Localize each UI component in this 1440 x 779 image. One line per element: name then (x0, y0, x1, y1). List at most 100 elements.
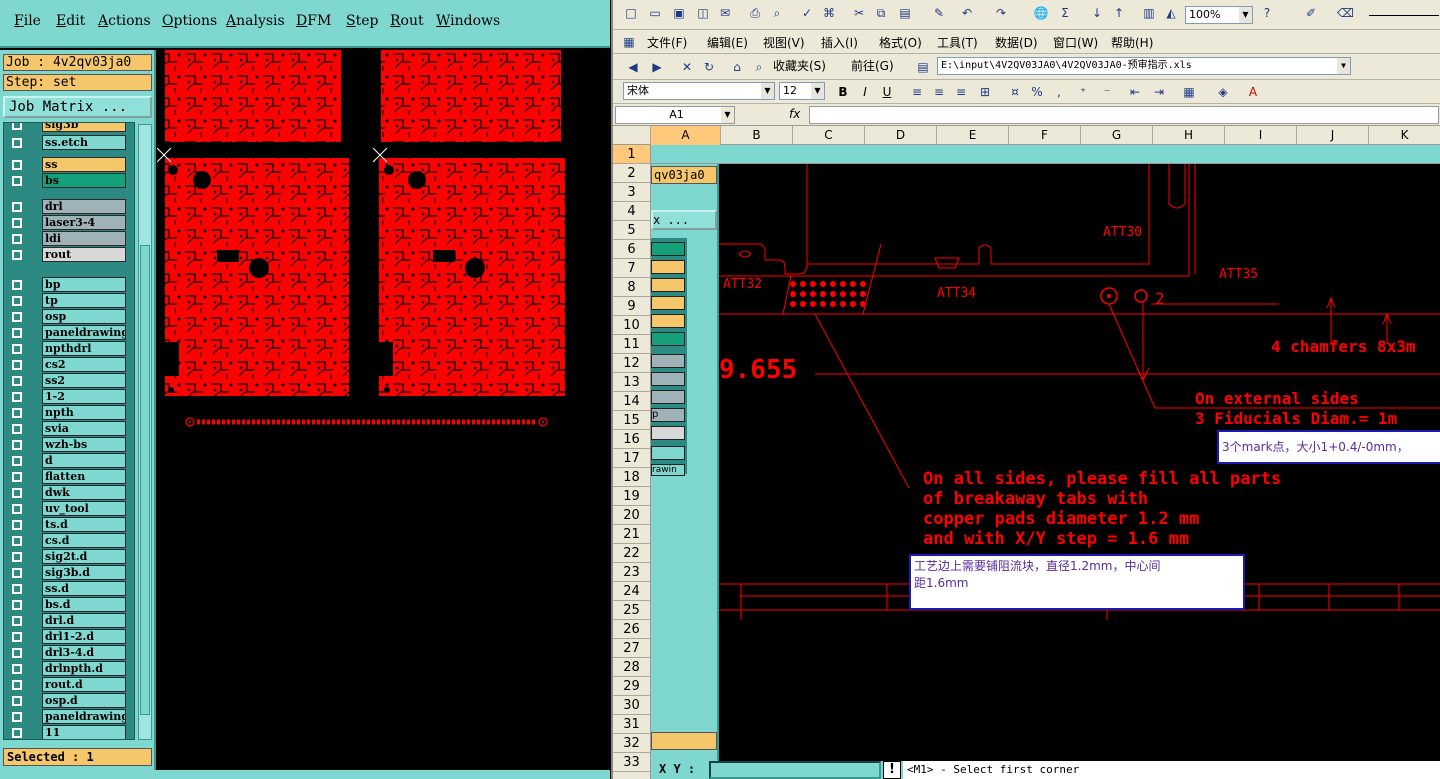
menu-rout[interactable]: Rout (390, 13, 424, 29)
row-header[interactable]: 15 (613, 411, 650, 430)
layer-name[interactable]: cs.d (42, 533, 126, 548)
merge-center-icon[interactable]: ⊞ (977, 84, 993, 100)
row-header[interactable]: 21 (613, 525, 650, 544)
forward-icon[interactable]: ▶ (649, 59, 665, 75)
formula-input[interactable] (809, 106, 1439, 124)
excel-menu-item[interactable]: 数据(D) (995, 36, 1038, 50)
column-header[interactable]: J (1297, 126, 1369, 145)
column-header[interactable]: A (651, 126, 721, 145)
layer-name[interactable]: paneldrawing (42, 325, 126, 340)
layer-name[interactable]: ss2 (42, 373, 126, 388)
layer-name[interactable]: rout (42, 247, 126, 262)
row-header[interactable]: 30 (613, 696, 650, 715)
layer-row[interactable]: sig3b.d (4, 565, 134, 581)
layer-checkbox[interactable] (12, 552, 22, 562)
increase-indent-icon[interactable]: ⇥ (1151, 84, 1167, 100)
row-header[interactable]: 19 (613, 487, 650, 506)
stop-icon[interactable]: ✕ (679, 59, 695, 75)
xy-input[interactable] (709, 761, 881, 779)
layer-checkbox[interactable] (12, 648, 22, 658)
sort-ascending-icon[interactable]: ↓ (1089, 5, 1105, 21)
zoom-select[interactable]: 100% ▼ (1185, 6, 1253, 24)
layer-row[interactable]: bp (4, 277, 134, 293)
layer-checkbox[interactable] (12, 728, 22, 738)
row-header[interactable]: 8 (613, 278, 650, 297)
row-header[interactable]: 26 (613, 620, 650, 639)
warning-button[interactable]: ! (883, 761, 901, 779)
save-icon[interactable]: ▣ (671, 5, 687, 21)
column-header[interactable]: H (1153, 126, 1225, 145)
excel-menu-item[interactable]: 编辑(E) (707, 36, 748, 50)
column-header[interactable]: I (1225, 126, 1297, 145)
percent-icon[interactable]: % (1029, 84, 1045, 100)
excel-menu-item[interactable]: 视图(V) (763, 36, 805, 50)
layer-checkbox[interactable] (12, 250, 22, 260)
job-matrix-button[interactable]: Job Matrix ... (3, 96, 152, 118)
column-header[interactable]: K (1369, 126, 1440, 145)
layer-row[interactable]: ss.d (4, 581, 134, 597)
comma-style-icon[interactable]: , (1051, 84, 1067, 100)
row-header[interactable]: 6 (613, 240, 650, 259)
layer-row[interactable]: cs2 (4, 357, 134, 373)
excel-menu-item[interactable]: 工具(T) (937, 36, 978, 50)
pcb-graphic-canvas[interactable] (157, 50, 610, 770)
refresh-icon[interactable]: ↻ (701, 59, 717, 75)
row-1-cells[interactable] (651, 145, 1440, 164)
layer-row[interactable]: ss (4, 157, 134, 173)
email-icon[interactable]: ✉ (717, 5, 733, 21)
layer-checkbox[interactable] (12, 472, 22, 482)
layer-name[interactable]: bp (42, 277, 126, 292)
layer-checkbox[interactable] (12, 568, 22, 578)
layer-name[interactable]: sig3b.d (42, 565, 126, 580)
format-painter-icon[interactable]: ✎ (931, 5, 947, 21)
menu-actions[interactable]: Actions (98, 13, 151, 29)
favorites-menu[interactable]: 收藏夹(S) (773, 59, 826, 73)
layer-row[interactable]: paneldrawing (4, 325, 134, 341)
menu-windows[interactable]: Windows (436, 13, 500, 29)
excel-menu-item[interactable]: 窗口(W) (1053, 36, 1098, 50)
layer-row[interactable]: ldi (4, 231, 134, 247)
layer-name[interactable]: osp (42, 309, 126, 324)
layer-row[interactable]: osp (4, 309, 134, 325)
goto-menu[interactable]: 前往(G) (851, 59, 894, 73)
row-header[interactable]: 10 (613, 316, 650, 335)
row-header[interactable]: 33 (613, 753, 650, 772)
layer-checkbox[interactable] (12, 328, 22, 338)
column-header[interactable]: D (865, 126, 937, 145)
row-header[interactable]: 16 (613, 430, 650, 449)
layer-checkbox[interactable] (12, 520, 22, 530)
layer-name[interactable]: 1-2 (42, 389, 126, 404)
layer-name[interactable]: drl3-4.d (42, 645, 126, 660)
layer-row[interactable]: ts.d (4, 517, 134, 533)
layer-name[interactable]: tp (42, 293, 126, 308)
layer-checkbox[interactable] (12, 312, 22, 322)
layer-row[interactable]: rout (4, 247, 134, 263)
layer-name[interactable]: drl.d (42, 613, 126, 628)
copy-icon[interactable]: ⧉ (873, 5, 889, 21)
layer-checkbox[interactable] (12, 696, 22, 706)
font-color-icon[interactable]: A (1245, 84, 1261, 100)
excel-menu-item[interactable]: 插入(I) (821, 36, 858, 50)
scrollbar-thumb[interactable] (140, 245, 150, 715)
layer-name[interactable]: sig3b (42, 123, 126, 132)
row-header[interactable]: 22 (613, 544, 650, 563)
align-left-icon[interactable]: ≡ (909, 84, 925, 100)
layer-checkbox[interactable] (12, 632, 22, 642)
layer-name[interactable]: flatten (42, 469, 126, 484)
decrease-indent-icon[interactable]: ⇤ (1127, 84, 1143, 100)
layer-row[interactable]: drl (4, 199, 134, 215)
row-header[interactable]: 28 (613, 658, 650, 677)
layer-checkbox[interactable] (12, 392, 22, 402)
layer-checkbox[interactable] (12, 138, 22, 148)
search-web-icon[interactable]: ⌕ (751, 59, 767, 75)
row-header[interactable]: 7 (613, 259, 650, 278)
paste-icon[interactable]: ▤ (897, 5, 913, 21)
layer-row[interactable]: wzh-bs (4, 437, 134, 453)
row-header[interactable]: 12 (613, 354, 650, 373)
layer-name[interactable]: svia (42, 421, 126, 436)
row-header[interactable]: 29 (613, 677, 650, 696)
layer-row[interactable]: npth (4, 405, 134, 421)
help-icon[interactable]: ? (1259, 5, 1275, 21)
eraser-icon[interactable]: ⌫ (1337, 5, 1354, 21)
layer-checkbox[interactable] (12, 440, 22, 450)
